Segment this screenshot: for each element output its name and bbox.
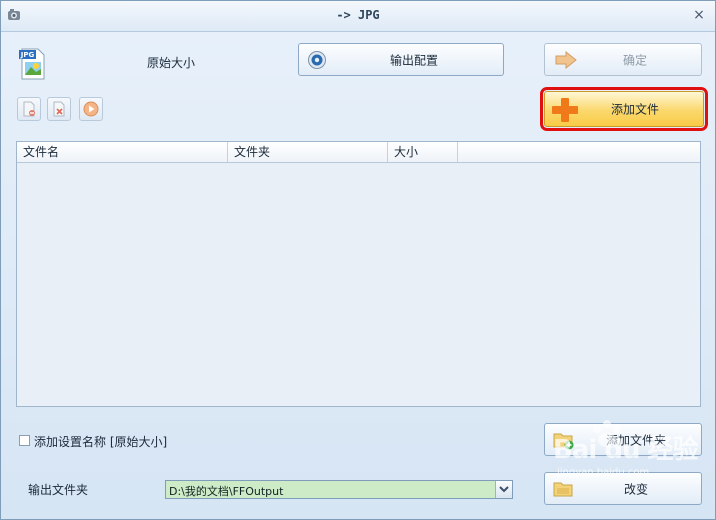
window-title: -> JPG [336,8,380,22]
title-bar[interactable]: -> JPG × [1,1,715,32]
add-folder-label: 添加文件夹 [605,433,666,447]
close-icon[interactable]: × [691,6,707,24]
column-header-size[interactable]: 大小 [388,142,458,162]
clear-list-button[interactable] [47,97,71,121]
add-folder-button[interactable]: 添加文件夹 [544,423,702,456]
add-file-button[interactable]: 添加文件 [540,87,708,131]
file-list-table[interactable]: 文件名 文件夹 大小 [16,141,701,407]
remove-icon [23,101,35,117]
column-header-filename[interactable]: 文件名 [17,142,228,162]
ok-button[interactable]: 确定 [544,43,702,76]
change-folder-button[interactable]: 改变 [544,472,702,505]
add-setting-name-checkbox[interactable] [19,435,30,446]
change-label: 改变 [623,482,648,496]
output-config-label: 输出配置 [389,53,438,67]
output-size-label: 原始大小 [147,56,196,70]
jpg-format-icon: JPG [19,48,45,80]
play-icon [83,101,99,117]
output-config-button[interactable]: 输出配置 [298,43,504,76]
main-panel: JPG 原始大小 输出配置 确定 添加文件 文件名 文件夹 大小 添加设置名称 … [1,32,715,519]
play-button[interactable] [79,97,103,121]
ok-label: 确定 [622,53,647,67]
output-folder-path: D:\我的文档\FFOutput [169,485,284,498]
remove-file-button[interactable] [17,97,41,121]
column-header-folder[interactable]: 文件夹 [228,142,388,162]
chevron-down-icon [499,486,509,493]
dropdown-button[interactable] [495,481,512,498]
converter-window: -> JPG × JPG 原始大小 输出配置 确定 添加文件 文件名 文件夹 大… [0,0,716,520]
output-folder-label: 输出文件夹 [28,483,89,497]
table-header: 文件名 文件夹 大小 [17,142,700,163]
output-folder-select[interactable]: D:\我的文档\FFOutput [165,480,513,499]
clear-icon [53,101,65,117]
add-setting-name-label: 添加设置名称 [原始大小] [34,435,168,449]
jpg-format-label: JPG [20,51,35,59]
add-file-label: 添加文件 [610,102,659,117]
column-header-empty [458,142,700,162]
